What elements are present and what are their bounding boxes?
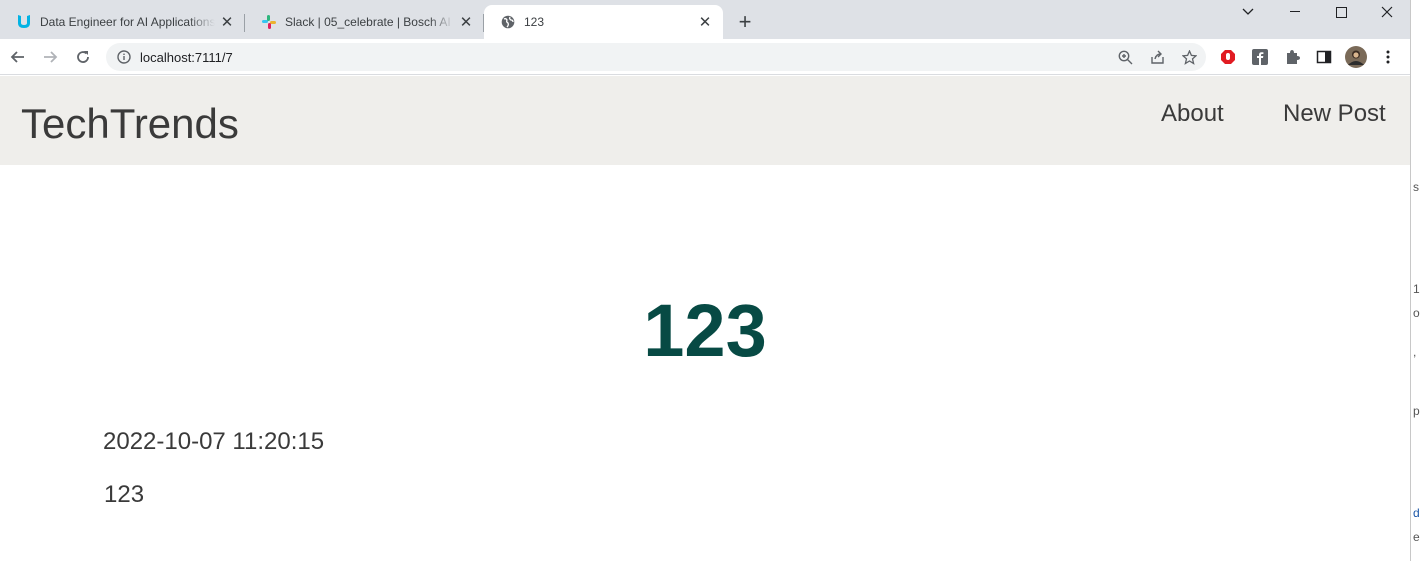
zoom-icon[interactable] [1116, 48, 1134, 66]
close-tab-icon[interactable]: ✕ [219, 14, 235, 31]
post-content: 123 [104, 481, 145, 508]
extensions-puzzle-icon[interactable] [1283, 48, 1301, 66]
site-navbar: TechTrends About New Post [0, 76, 1410, 165]
udacity-icon [16, 14, 32, 30]
side-panel-icon[interactable] [1315, 48, 1333, 66]
adblock-extension-icon[interactable] [1219, 48, 1237, 66]
forward-icon[interactable] [38, 45, 62, 69]
tab-title: 123 [524, 15, 545, 29]
tab-search-icon[interactable] [1225, 0, 1271, 24]
share-icon[interactable] [1148, 48, 1166, 66]
tab-title: Slack | 05_celebrate | Bosch AI Ta [285, 15, 454, 29]
slack-icon [261, 14, 277, 30]
site-brand-link[interactable]: TechTrends [21, 100, 239, 148]
site-info-icon[interactable] [116, 49, 132, 65]
maximize-icon[interactable] [1318, 0, 1364, 24]
post-created-date: 2022-10-07 11:20:15 [103, 428, 325, 455]
globe-icon [500, 14, 516, 30]
tab-slack[interactable]: Slack | 05_celebrate | Bosch AI Ta ✕ [245, 5, 484, 39]
profile-avatar[interactable] [1345, 46, 1367, 68]
background-window-edge: s, 1 oi , p ds e [1410, 0, 1420, 561]
nav-new-post-link[interactable]: New Post [1283, 100, 1386, 128]
url-text: localhost:7111/7 [140, 49, 233, 65]
close-tab-icon[interactable]: ✕ [697, 14, 713, 31]
tab-active[interactable]: 123 ✕ [484, 5, 723, 39]
menu-kebab-icon[interactable] [1379, 48, 1397, 66]
browser-toolbar: localhost:7111/7 [0, 39, 1410, 75]
back-icon[interactable] [6, 45, 30, 69]
close-tab-icon[interactable]: ✕ [458, 14, 474, 31]
tab-udacity[interactable]: Data Engineer for AI Applications ✕ [0, 5, 245, 39]
facebook-extension-icon[interactable] [1251, 48, 1269, 66]
post-title: 123 [643, 289, 767, 372]
browser-tabstrip: Data Engineer for AI Applications ✕ Slac… [0, 0, 1410, 39]
bookmark-star-icon[interactable] [1180, 48, 1198, 66]
address-bar[interactable]: localhost:7111/7 [106, 43, 1206, 71]
close-window-icon[interactable] [1364, 0, 1410, 24]
new-tab-button[interactable]: + [733, 9, 757, 34]
nav-about-link[interactable]: About [1161, 100, 1224, 128]
reload-icon[interactable] [71, 45, 95, 69]
minimize-icon[interactable] [1272, 0, 1318, 24]
tab-title: Data Engineer for AI Applications [40, 15, 215, 29]
